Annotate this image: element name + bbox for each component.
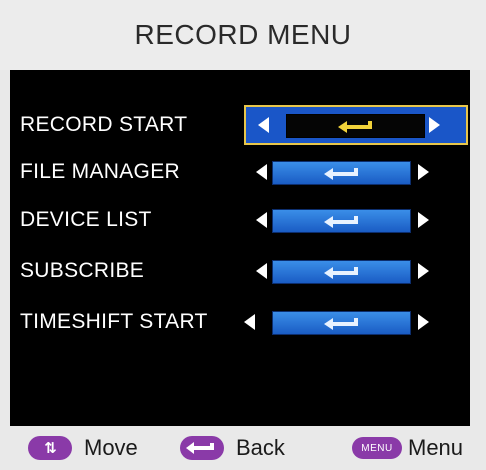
page-title: RECORD MENU — [0, 0, 486, 70]
arrow-left-icon[interactable] — [256, 164, 267, 180]
menu-item-device-list[interactable]: DEVICE LIST — [10, 200, 470, 240]
enter-icon — [323, 168, 360, 180]
menu-item-label: SUBSCRIBE — [20, 259, 145, 282]
record-menu-screen: RECORD MENU RECORD START FILE MANAGER DE… — [0, 0, 486, 470]
arrow-right-icon[interactable] — [418, 314, 429, 330]
menu-item-subscribe[interactable]: SUBSCRIBE — [10, 251, 470, 291]
enter-icon — [180, 436, 224, 460]
value-bar — [272, 161, 411, 185]
arrow-left-icon[interactable] — [256, 263, 267, 279]
value-bar — [272, 209, 411, 233]
updown-icon: ⇅ — [28, 436, 72, 460]
arrow-left-icon[interactable] — [256, 212, 267, 228]
timeshift-start-control[interactable] — [244, 302, 468, 342]
enter-icon — [337, 121, 374, 133]
enter-icon — [323, 267, 360, 279]
move-label: Move — [84, 435, 138, 460]
arrow-left-icon[interactable] — [258, 117, 269, 133]
arrow-right-icon[interactable] — [429, 117, 440, 133]
menu-item-timeshift-start[interactable]: TIMESHIFT START — [10, 302, 470, 342]
file-manager-control[interactable] — [244, 152, 468, 192]
move-hint: ⇅ Move — [28, 434, 138, 462]
title-text: RECORD MENU — [134, 19, 352, 50]
subscribe-control[interactable] — [244, 251, 468, 291]
enter-icon — [323, 318, 360, 330]
menu-key-icon: MENU — [352, 437, 402, 459]
arrow-right-icon[interactable] — [418, 212, 429, 228]
footer-hints: ⇅ Move Back MENU Menu — [0, 426, 486, 470]
menu-item-label: FILE MANAGER — [20, 160, 180, 183]
arrow-right-icon[interactable] — [418, 164, 429, 180]
device-list-control[interactable] — [244, 200, 468, 240]
arrow-right-icon[interactable] — [418, 263, 429, 279]
menu-hint: MENU Menu — [352, 434, 463, 462]
menu-item-label: RECORD START — [20, 113, 188, 136]
back-hint: Back — [180, 434, 285, 462]
arrow-left-icon[interactable] — [244, 314, 255, 330]
menu-item-file-manager[interactable]: FILE MANAGER — [10, 152, 470, 192]
menu-label: Menu — [408, 435, 464, 460]
value-bar — [272, 311, 411, 335]
menu-item-record-start[interactable]: RECORD START — [10, 105, 470, 145]
menu-item-label: DEVICE LIST — [20, 208, 152, 231]
enter-icon — [323, 216, 360, 228]
value-bar — [286, 114, 425, 138]
menu-panel: RECORD START FILE MANAGER DEVICE LIST SU… — [10, 70, 470, 426]
menu-item-label: TIMESHIFT START — [20, 310, 208, 333]
back-label: Back — [236, 435, 285, 460]
value-bar — [272, 260, 411, 284]
record-start-control[interactable] — [244, 105, 468, 145]
